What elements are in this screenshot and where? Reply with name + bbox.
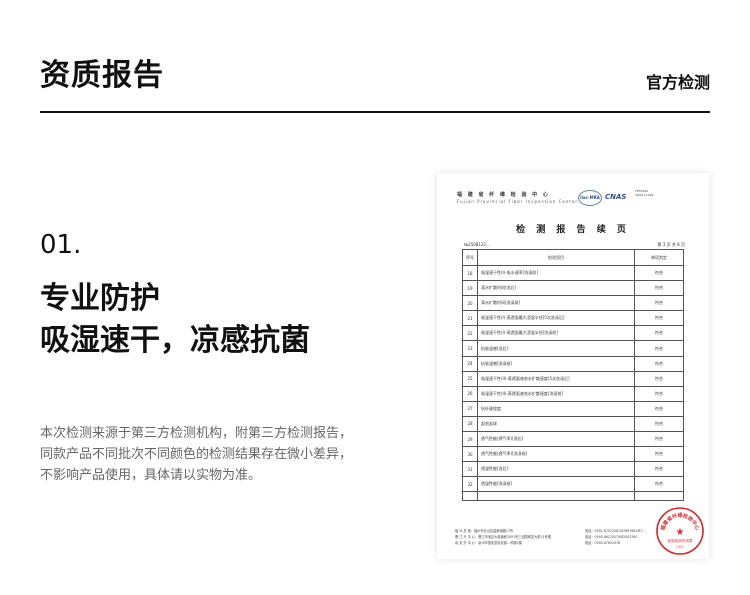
table-cell-item: 吸湿速干性(I)-蒸透面最大浸湿半径[洗涤前] [477,325,635,342]
table-cell-result: 符合 [634,310,684,327]
report-footer-left: 福 州 总 部：福州市仓山区建新南路17号 晋 江 分 中 心：晋江市池店大道南… [455,529,551,545]
table-row: 24 抗吸湿感[洗涤前] 符合 [462,355,684,372]
table-cell-result: 符合 [634,264,684,282]
table-row: 20 滴水扩散时间[洗涤前] 符合 [462,295,684,312]
column-header: 序号 [462,249,478,266]
table-cell-item: 吸湿速干性(II)-蒸透面液态水扩散速度[洗涤前] [477,385,635,402]
table-cell-item: 透湿性能[洗涤前] [477,476,635,493]
page-title: 资质报告 [40,58,164,93]
table-cell-item: 透气性能(透气率)[洗涤前] [477,446,635,463]
report-title: 检 测 报 告 续 页 [516,225,630,235]
table-cell-result: 符合 [634,280,684,297]
table-cell-no: 24 [462,355,478,372]
table-row-blank [462,491,684,502]
table-cell-item: 滴水扩散时间[洗涤前] [477,295,635,312]
testing-mark: TESTING CNAS L1064 [635,189,654,197]
column-header: 检验项目 [477,249,635,266]
report-footer-right: 电话：0591-87572081/87887663/87… 电话：0595-86… [585,529,646,545]
table-cell-item: 滴水扩散时间[洗后] [477,280,635,297]
description-line: 同款产品不同批次不同颜色的检测结果存在微小差异， [40,447,353,462]
column-header: 单项判定 [634,249,684,266]
test-report-image: 福 建 省 纤 维 检 验 中 心 Fujian Provincial Fibe… [437,173,709,559]
description-line: 不影响产品使用，具体请以实物为准。 [40,468,262,483]
header-divider [40,111,710,113]
report-table-header: 序号 检验项目 单项判定 [462,249,684,266]
table-cell-result: 符合 [634,295,684,312]
table-cell-result: 符合 [634,370,684,387]
table-row: 31 透湿性能[洗后] 符合 [462,461,684,478]
table-cell-result: 符合 [634,400,684,417]
table-cell-no: 26 [462,385,478,402]
page-tag: 官方检测 [645,73,710,92]
headline-line: 吸湿速干，凉感抗菌 [40,323,310,358]
table-cell-no: 32 [462,476,478,493]
table-cell-item: 抗纤维程度 [477,400,635,417]
table-cell-no: 31 [462,461,478,478]
table-cell-item: 吸湿速干性(I)-吸水速率[洗涤前] [477,264,635,282]
table-row: 25 吸湿速干性(II)-蒸透面液态水扩散速度[5次洗涤后] 符合 [462,370,684,387]
table-cell-result: 符合 [634,431,684,448]
table-row: 29 透气性能(透气率)[洗后] 符合 [462,431,684,448]
table-row: 18 吸湿速干性(I)-吸水速率[洗涤前] 符合 [462,264,684,282]
svg-text:★: ★ [676,527,685,538]
table-cell-item: 透气性能(透气率)[洗后] [477,431,635,448]
table-cell-no: 29 [462,431,478,448]
section-number: 01. [40,230,82,260]
table-row: 26 吸湿速干性(II)-蒸透面液态水扩散速度[洗涤前] 符合 [462,385,684,402]
cnas-logo-icon: CNAS [605,193,627,201]
table-cell-result: 符合 [634,446,684,463]
table-row: 23 抗吸湿感[洗后] 符合 [462,340,684,357]
table-row: 30 透气性能(透气率)[洗涤前] 符合 [462,446,684,463]
table-row: 19 滴水扩散时间[洗后] 符合 [462,280,684,297]
report-table: 序号 检验项目 单项判定 18 吸湿速干性(I)-吸水速率[洗涤前] 符合 19 滴水扩… [462,249,684,502]
table-cell-result: 符合 [634,461,684,478]
table-cell-result: 符合 [634,385,684,402]
headline: 专业防护 吸湿速干，凉感抗菌 [40,278,310,362]
table-cell-item: 抗吸湿感[洗涤前] [477,355,635,372]
table-cell-no: 22 [462,325,478,342]
official-seal-icon: ★ 福建省纤维检验中心 检验检测专用章 (32) [656,507,704,555]
table-cell-no: 30 [462,446,478,463]
table-cell-no: 23 [462,340,478,357]
table-cell-result: 符合 [634,476,684,493]
headline-line: 专业防护 [40,281,160,316]
svg-text:(32): (32) [676,545,684,549]
description: 本次检测来源于第三方检测机构，附第三方检测报告， 同款产品不同批次不同颜色的检测… [40,423,385,486]
table-cell-item: 抗吸湿感[洗后] [477,340,635,357]
table-cell-result: 符合 [634,340,684,357]
table-cell-item: 透湿性能[洗后] [477,461,635,478]
svg-text:检验检测专用章: 检验检测专用章 [667,538,693,543]
table-row: 28 起毛起球 符合 [462,415,684,433]
report-page-info: 第 3 页 共 8 页 [657,242,685,247]
table-cell-no: 21 [462,310,478,327]
table-row: 21 吸湿速干性(I)-蒸透面最大浸湿半径[5次洗涤后] 符合 [462,310,684,327]
table-cell-no: 28 [462,415,478,433]
report-org-name: 福 建 省 纤 维 检 验 中 心 [457,192,550,198]
report-table-body: 18 吸湿速干性(I)-吸水速率[洗涤前] 符合 19 滴水扩散时间[洗后] 符合 20 滴水… [462,264,684,502]
table-cell-result: 符合 [634,325,684,342]
table-cell-result: 符合 [634,415,684,433]
table-cell-no: 20 [462,295,478,312]
report-org-name-en: Fujian Provincial Fiber Inspection Cente… [457,199,579,204]
table-row: 22 吸湿速干性(I)-蒸透面最大浸湿半径[洗涤前] 符合 [462,325,684,342]
table-cell-no: 27 [462,400,478,417]
table-cell-item: 吸湿速干性(II)-蒸透面液态水扩散速度[5次洗涤后] [477,370,635,387]
description-line: 本次检测来源于第三方检测机构，附第三方检测报告， [40,426,353,441]
ilac-logo-icon: ilac-MRA [578,190,602,206]
table-cell-no: 25 [462,370,478,387]
table-cell-no: 19 [462,280,478,297]
table-cell-result: 符合 [634,355,684,372]
table-cell-item: 起毛起球 [477,415,635,433]
table-row: 32 透湿性能[洗涤前] 符合 [462,476,684,493]
table-cell-item: 吸湿速干性(I)-蒸透面最大浸湿半径[5次洗涤后] [477,310,635,327]
table-row: 27 抗纤维程度 符合 [462,400,684,417]
report-number: №2508122… [464,242,490,247]
table-cell-no: 18 [462,264,478,282]
